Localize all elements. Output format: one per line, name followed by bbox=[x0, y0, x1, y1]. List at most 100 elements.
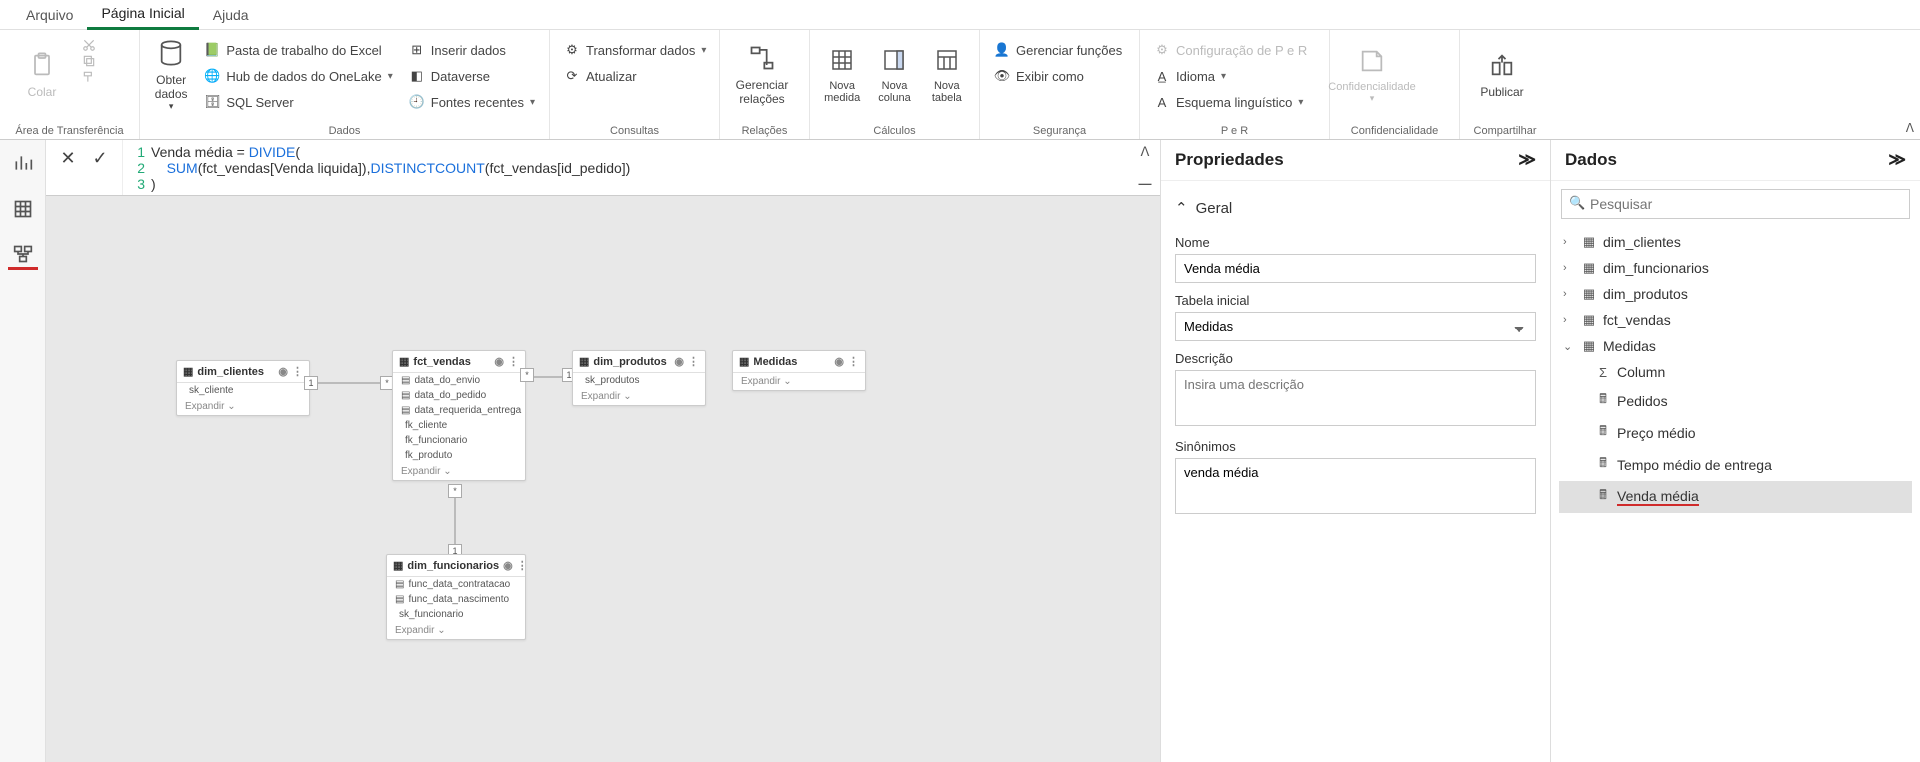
more-icon[interactable]: ⋮ bbox=[848, 355, 859, 368]
data-panel-title: Dados bbox=[1565, 150, 1617, 170]
manage-roles-button[interactable]: 👤Gerenciar funções bbox=[990, 38, 1126, 62]
visibility-icon[interactable]: ◉ bbox=[278, 365, 288, 378]
tree-measure-column[interactable]: ΣColumn bbox=[1559, 359, 1912, 385]
report-view-button[interactable] bbox=[8, 148, 38, 178]
commit-formula-button[interactable]: ✓ bbox=[88, 146, 112, 170]
get-data-label: Obter dados bbox=[155, 73, 188, 101]
table-icon: ▦ bbox=[393, 559, 403, 572]
synonyms-input[interactable] bbox=[1175, 458, 1536, 514]
model-view-button[interactable] bbox=[8, 240, 38, 270]
menu-arquivo[interactable]: Arquivo bbox=[12, 1, 87, 29]
menu-ajuda[interactable]: Ajuda bbox=[199, 1, 263, 29]
general-section-toggle[interactable]: ⌃ Geral bbox=[1175, 191, 1536, 225]
new-column-button[interactable]: Nova coluna bbox=[872, 34, 916, 114]
chevron-down-icon[interactable]: ⌄ bbox=[227, 401, 235, 412]
chevron-down-icon[interactable]: ⌄ bbox=[783, 376, 791, 387]
ribbon-collapse-button[interactable]: ᐱ bbox=[1906, 121, 1914, 135]
formula-expand-up-button[interactable]: ᐱ bbox=[1141, 144, 1150, 160]
table-icon: ▦ bbox=[739, 355, 749, 368]
sensitivity-button[interactable]: Confidencialidade ▾ bbox=[1340, 34, 1404, 114]
manage-relations-button[interactable]: Gerenciar relações bbox=[730, 34, 794, 114]
chevron-down-icon[interactable]: ⌄ bbox=[437, 625, 445, 636]
more-icon[interactable]: ⋮ bbox=[688, 355, 699, 368]
publish-button[interactable]: Publicar bbox=[1470, 34, 1534, 114]
roles-icon: 👤 bbox=[994, 42, 1010, 58]
recent-sources-button[interactable]: 🕘Fontes recentes bbox=[405, 90, 539, 114]
refresh-button[interactable]: ⟳Atualizar bbox=[560, 64, 710, 88]
table-card-dim-produtos[interactable]: ▦dim_produtos◉⋮ sk_produtos Expandir ⌄ bbox=[572, 350, 706, 406]
tree-table-fct-vendas[interactable]: ›▦fct_vendas bbox=[1559, 307, 1912, 333]
sens-group-label: Confidencialidade bbox=[1340, 123, 1449, 137]
new-measure-button[interactable]: Nova medida bbox=[820, 34, 864, 114]
sensitivity-icon bbox=[1356, 45, 1388, 77]
table-card-dim-clientes[interactable]: ▦dim_clientes◉⋮ sk_cliente Expandir ⌄ bbox=[176, 360, 310, 416]
refresh-icon: ⟳ bbox=[564, 68, 580, 84]
column-icon bbox=[878, 44, 910, 76]
more-icon[interactable]: ⋮ bbox=[292, 365, 303, 378]
calc-group-label: Cálculos bbox=[820, 123, 969, 137]
visibility-icon[interactable]: ◉ bbox=[494, 355, 504, 368]
model-canvas[interactable]: ▦dim_clientes◉⋮ sk_cliente Expandir ⌄ 1 … bbox=[46, 196, 1160, 762]
menu-tabs: Arquivo Página Inicial Ajuda bbox=[0, 0, 1920, 30]
fields-tree: ›▦dim_clientes ›▦dim_funcionarios ›▦dim_… bbox=[1551, 225, 1920, 517]
onelake-hub-button[interactable]: 🌐Hub de dados do OneLake bbox=[200, 64, 396, 88]
dataverse-button[interactable]: ◧Dataverse bbox=[405, 64, 539, 88]
table-plus-icon: ⊞ bbox=[409, 42, 425, 58]
name-input[interactable] bbox=[1175, 254, 1536, 283]
table-card-fct-vendas[interactable]: ▦fct_vendas◉⋮ ▤data_do_envio ▤data_do_pe… bbox=[392, 350, 526, 481]
home-table-select[interactable]: Medidas bbox=[1175, 312, 1536, 341]
format-painter-icon[interactable] bbox=[82, 70, 96, 84]
tree-table-medidas[interactable]: ⌄▦Medidas bbox=[1559, 333, 1912, 359]
table-card-medidas[interactable]: ▦Medidas◉⋮ Expandir ⌄ bbox=[732, 350, 866, 391]
description-input[interactable] bbox=[1175, 370, 1536, 426]
publish-icon bbox=[1486, 49, 1518, 81]
view-as-button[interactable]: 👁Exibir como bbox=[990, 64, 1126, 88]
tree-measure-tempo-entrega[interactable]: 🖩Tempo médio de entrega bbox=[1559, 449, 1912, 481]
ribbon: Colar Área de Transferência Obter dados … bbox=[0, 30, 1920, 140]
paste-label: Colar bbox=[28, 85, 57, 99]
data-panel: Dados ≫ 🔍 ›▦dim_clientes ›▦dim_funcionar… bbox=[1550, 140, 1920, 762]
transform-data-button[interactable]: ⚙Transformar dados bbox=[560, 38, 710, 62]
qa-group-label: P e R bbox=[1150, 123, 1319, 137]
more-icon[interactable]: ⋮ bbox=[508, 355, 519, 368]
linguistic-schema-button[interactable]: AEsquema linguístico bbox=[1150, 90, 1311, 114]
tree-table-dim-clientes[interactable]: ›▦dim_clientes bbox=[1559, 229, 1912, 255]
tree-table-dim-funcionarios[interactable]: ›▦dim_funcionarios bbox=[1559, 255, 1912, 281]
menu-inicio[interactable]: Página Inicial bbox=[87, 0, 198, 30]
home-table-label: Tabela inicial bbox=[1175, 293, 1536, 308]
tree-table-dim-produtos[interactable]: ›▦dim_produtos bbox=[1559, 281, 1912, 307]
properties-collapse-button[interactable]: ≫ bbox=[1518, 150, 1536, 170]
tree-measure-pedidos[interactable]: 🖩Pedidos bbox=[1559, 385, 1912, 417]
get-data-button[interactable]: Obter dados ▾ bbox=[150, 34, 192, 114]
description-label: Descrição bbox=[1175, 351, 1536, 366]
formula-editor[interactable]: 1Venda média = DIVIDE( 2 SUM(fct_vendas[… bbox=[122, 140, 1130, 195]
paste-button[interactable]: Colar bbox=[10, 34, 74, 114]
enter-data-button[interactable]: ⊞Inserir dados bbox=[405, 38, 539, 62]
formula-expand-down-button[interactable]: — bbox=[1139, 176, 1152, 191]
language-button[interactable]: A̲Idioma bbox=[1150, 64, 1311, 88]
new-table-button[interactable]: Nova tabela bbox=[925, 34, 969, 114]
manage-relations-label: Gerenciar relações bbox=[736, 78, 789, 106]
sql-server-button[interactable]: 🗄SQL Server bbox=[200, 90, 396, 114]
visibility-icon[interactable]: ◉ bbox=[834, 355, 844, 368]
copy-icon[interactable] bbox=[82, 54, 96, 68]
more-icon[interactable]: ⋮ bbox=[517, 559, 528, 572]
search-input[interactable] bbox=[1561, 189, 1910, 219]
chevron-down-icon[interactable]: ⌄ bbox=[623, 391, 631, 402]
view-as-icon: 👁 bbox=[994, 68, 1010, 84]
table-card-dim-funcionarios[interactable]: ▦dim_funcionarios◉⋮ ▤func_data_contratac… bbox=[386, 554, 526, 640]
cancel-formula-button[interactable]: ✕ bbox=[56, 146, 80, 170]
tree-measure-venda-media[interactable]: 🖩Venda média bbox=[1559, 481, 1912, 513]
cut-icon[interactable] bbox=[82, 38, 96, 52]
tree-measure-preco-medio[interactable]: 🖩Preço médio bbox=[1559, 417, 1912, 449]
excel-workbook-button[interactable]: 📗Pasta de trabalho do Excel bbox=[200, 38, 396, 62]
chevron-down-icon[interactable]: ⌄ bbox=[443, 466, 451, 477]
data-view-button[interactable] bbox=[8, 194, 38, 224]
synonyms-label: Sinônimos bbox=[1175, 439, 1536, 454]
database-icon bbox=[155, 37, 187, 69]
visibility-icon[interactable]: ◉ bbox=[503, 559, 513, 572]
data-panel-collapse-button[interactable]: ≫ bbox=[1888, 150, 1906, 170]
visibility-icon[interactable]: ◉ bbox=[674, 355, 684, 368]
qa-config-button[interactable]: ⚙Configuração de P e R bbox=[1150, 38, 1311, 62]
clipboard-group-label: Área de Transferência bbox=[10, 123, 129, 137]
